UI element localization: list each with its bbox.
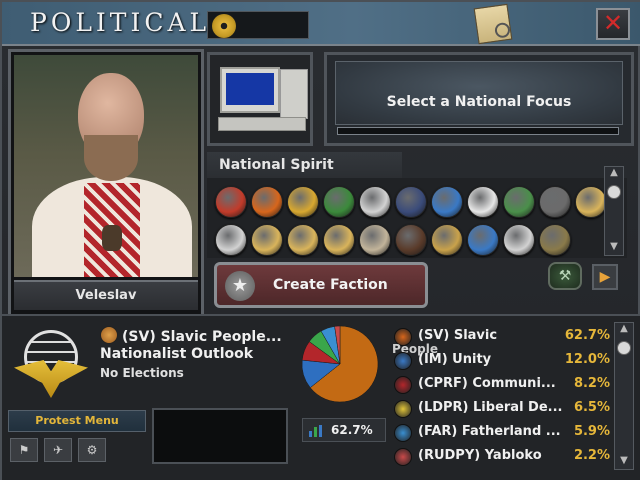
- party-icon: [394, 376, 412, 394]
- party-row[interactable]: (RUDPY) Yabloko 2.2%: [392, 446, 612, 470]
- party-logo-icon: [100, 326, 118, 344]
- party-name: (FAR) Fatherland ...: [418, 424, 561, 439]
- focus-slot[interactable]: Select a National Focus: [335, 61, 623, 125]
- national-spirit-icon[interactable]: [395, 224, 427, 256]
- bar-chart-icon: [309, 425, 322, 437]
- scroll-knob[interactable]: [607, 185, 621, 199]
- popularity-readout: 62.7%: [302, 418, 386, 442]
- focus-tree-button[interactable]: [207, 52, 313, 146]
- political-panel: POLITICAL ✕ Veleslav Select a National F…: [0, 0, 640, 480]
- panel-title: POLITICAL: [30, 8, 211, 37]
- party-row[interactable]: (FAR) Fatherland ... 5.9%: [392, 422, 612, 446]
- party-percent: 62.7%: [564, 328, 610, 343]
- create-faction-button[interactable]: ★ Create Faction: [214, 262, 428, 308]
- party-percent: 6.5%: [573, 400, 610, 415]
- leader-portrait[interactable]: [14, 55, 198, 277]
- star-icon: ★: [225, 271, 255, 301]
- national-spirit-icon[interactable]: [323, 224, 355, 256]
- gear-icon: ⚙: [86, 443, 98, 457]
- party-percent: 5.9%: [573, 424, 610, 439]
- map-magnifier-icon[interactable]: [473, 3, 513, 45]
- national-spirit-icon[interactable]: [503, 186, 535, 218]
- party-row[interactable]: (SV) Slavic 62.7% People: [392, 326, 612, 356]
- national-spirit-icon[interactable]: [359, 224, 391, 256]
- national-spirit-icon[interactable]: [503, 224, 535, 256]
- party-row[interactable]: (LDPR) Liberal De... 6.5%: [392, 398, 612, 422]
- national-spirit-icon[interactable]: [215, 224, 247, 256]
- leader-name: Veleslav: [14, 280, 198, 310]
- empty-slot: [152, 408, 288, 464]
- radiation-icon: [212, 14, 236, 38]
- national-spirit-icon[interactable]: [323, 186, 355, 218]
- protest-menu-button[interactable]: Protest Menu: [8, 410, 146, 432]
- scroll-down-icon[interactable]: ▼: [607, 241, 621, 253]
- decisions-button[interactable]: ⚒: [548, 262, 582, 290]
- national-spirit-icon[interactable]: [251, 224, 283, 256]
- party-icon: [394, 352, 412, 370]
- party-percent: 8.2%: [573, 376, 610, 391]
- crossed-hammers-icon: ⚒: [558, 268, 572, 284]
- national-spirit-icon[interactable]: [467, 224, 499, 256]
- expand-arrow-button[interactable]: ▶: [592, 264, 618, 290]
- national-spirit-icon[interactable]: [359, 186, 391, 218]
- national-spirit-icon[interactable]: [251, 186, 283, 218]
- header-bar: POLITICAL ✕: [2, 2, 640, 46]
- party-icon: [394, 400, 412, 418]
- national-spirit-icon[interactable]: [467, 186, 499, 218]
- ideology-emblem[interactable]: [14, 330, 88, 404]
- close-icon: ✕: [602, 9, 624, 37]
- national-spirit-icon[interactable]: [395, 186, 427, 218]
- pie-chart: [301, 325, 379, 403]
- national-spirit-icon[interactable]: [431, 186, 463, 218]
- rifle-icon: ✈: [52, 443, 64, 457]
- government-section: (SV) Slavic People... Nationalist Outloo…: [2, 314, 640, 480]
- party-icon: [394, 448, 412, 466]
- close-button[interactable]: ✕: [596, 8, 630, 40]
- national-spirit-title: National Spirit: [207, 152, 402, 178]
- computer-icon: [220, 67, 280, 113]
- party-icon: [394, 424, 412, 442]
- scroll-down-icon[interactable]: ▼: [617, 455, 631, 467]
- party-outlook: Nationalist Outlook: [100, 346, 254, 362]
- national-spirit-icon[interactable]: [287, 186, 319, 218]
- party-percent: 2.2%: [573, 448, 610, 463]
- party-popularity-list: (SV) Slavic 62.7% People (IM) Unity 12.0% (CP…: [392, 320, 612, 470]
- create-faction-label: Create Faction: [273, 277, 388, 293]
- gear-button[interactable]: ⚙: [78, 438, 106, 462]
- ruling-party[interactable]: (SV) Slavic People...: [100, 326, 282, 345]
- popularity-percent: 62.7%: [331, 423, 373, 437]
- focus-progress-bar: [337, 127, 619, 135]
- national-spirit-icon[interactable]: [539, 186, 571, 218]
- party-row[interactable]: (IM) Unity 12.0%: [392, 350, 612, 374]
- arms-button[interactable]: ✈: [44, 438, 72, 462]
- national-spirit-icon[interactable]: [287, 224, 319, 256]
- elections-status: No Elections: [100, 366, 184, 380]
- party-name: (LDPR) Liberal De...: [418, 400, 563, 415]
- national-spirit-icon[interactable]: [431, 224, 463, 256]
- national-spirit-grid: [207, 178, 627, 258]
- spirit-scrollbar[interactable]: ▲ ▼: [604, 166, 624, 256]
- national-spirit-icon[interactable]: [575, 186, 607, 218]
- national-spirit-icon[interactable]: [215, 186, 247, 218]
- ideology-indicator[interactable]: [207, 11, 309, 39]
- flag-icon: ⚑: [18, 443, 30, 457]
- national-spirit-icon[interactable]: [539, 224, 571, 256]
- scroll-up-icon[interactable]: ▲: [607, 167, 621, 179]
- scroll-up-icon[interactable]: ▲: [617, 323, 631, 335]
- party-name: (RUDPY) Yabloko: [418, 448, 542, 463]
- party-percent: 12.0%: [564, 352, 610, 367]
- party-scrollbar[interactable]: ▲ ▼: [614, 322, 634, 470]
- party-row[interactable]: (CPRF) Communi... 8.2%: [392, 374, 612, 398]
- party-name: (IM) Unity: [418, 352, 492, 367]
- popularity-pie[interactable]: [298, 322, 382, 406]
- flag-button[interactable]: ⚑: [10, 438, 38, 462]
- party-name: (CPRF) Communi...: [418, 376, 556, 391]
- party-name: (SV) Slavic: [418, 328, 498, 343]
- national-focus-box[interactable]: Select a National Focus: [324, 52, 634, 146]
- scroll-knob[interactable]: [617, 341, 631, 355]
- arrow-right-icon: ▶: [599, 269, 611, 285]
- leader-portrait-frame: Veleslav: [8, 49, 204, 317]
- focus-label: Select a National Focus: [386, 94, 572, 110]
